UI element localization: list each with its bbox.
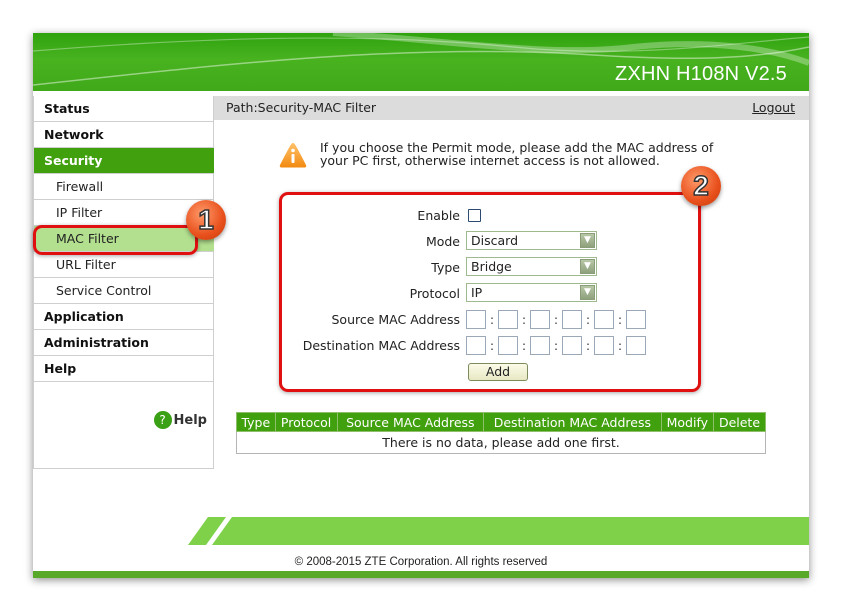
- sidebar-item-network[interactable]: Network: [34, 122, 214, 148]
- destination-mac-octet-4[interactable]: [562, 336, 582, 355]
- sidebar-item-security[interactable]: Security: [34, 148, 214, 174]
- column-header-destination-mac: Destination MAC Address: [483, 412, 662, 432]
- annotation-badge-2: 2: [681, 166, 721, 206]
- mode-label: Mode: [425, 234, 460, 249]
- mode-value: Discard: [471, 233, 518, 248]
- sidebar-item-application[interactable]: Application: [34, 304, 214, 330]
- footer-decoration-stripe: [188, 517, 809, 545]
- type-label: Type: [431, 260, 460, 275]
- destination-mac-octet-2[interactable]: [498, 336, 518, 355]
- source-mac-octet-2[interactable]: [498, 310, 518, 329]
- product-title: ZXHN H108N V2.5: [615, 63, 787, 85]
- header-banner: ZXHN H108N V2.5: [33, 33, 809, 91]
- sidebar-item-administration[interactable]: Administration: [34, 330, 214, 356]
- sidebar-item-status[interactable]: Status: [34, 96, 214, 122]
- column-header-delete: Delete: [712, 412, 767, 432]
- source-mac-input-group: : : : : :: [466, 310, 646, 329]
- table-row: There is no data, please add one first.: [236, 431, 766, 454]
- chevron-down-icon: ▼: [580, 259, 595, 274]
- source-mac-octet-5[interactable]: [594, 310, 614, 329]
- destination-mac-label: Destination MAC Address: [302, 338, 460, 353]
- annotation-badge-1: 1: [186, 200, 226, 240]
- help-label: Help: [173, 412, 207, 428]
- sidebar-item-firewall[interactable]: Firewall: [34, 174, 214, 200]
- type-select[interactable]: Bridge ▼: [466, 257, 597, 276]
- enable-checkbox[interactable]: [468, 209, 481, 222]
- column-header-type: Type: [236, 412, 276, 432]
- source-mac-octet-6[interactable]: [626, 310, 646, 329]
- column-header-modify: Modify: [660, 412, 714, 432]
- mac-filter-table: Type Protocol Source MAC Address Destina…: [236, 412, 767, 454]
- protocol-select[interactable]: IP ▼: [466, 283, 597, 302]
- source-mac-octet-4[interactable]: [562, 310, 582, 329]
- destination-mac-octet-6[interactable]: [626, 336, 646, 355]
- annotation-highlight-mac-filter: [33, 225, 198, 255]
- warning-icon: [279, 143, 307, 168]
- add-button[interactable]: Add: [468, 363, 528, 381]
- column-header-source-mac: Source MAC Address: [336, 412, 485, 432]
- destination-mac-octet-3[interactable]: [530, 336, 550, 355]
- destination-mac-input-group: : : : : :: [466, 336, 646, 355]
- logout-link[interactable]: Logout: [752, 96, 795, 120]
- column-header-protocol: Protocol: [274, 412, 338, 432]
- type-value: Bridge: [471, 259, 512, 274]
- router-admin-window: ZXHN H108N V2.5 Status Network Security …: [33, 33, 809, 578]
- source-mac-octet-1[interactable]: [466, 310, 486, 329]
- source-mac-label: Source MAC Address: [331, 312, 460, 327]
- source-mac-octet-3[interactable]: [530, 310, 550, 329]
- protocol-value: IP: [471, 285, 483, 300]
- destination-mac-octet-5[interactable]: [594, 336, 614, 355]
- sidebar-item-service-control[interactable]: Service Control: [34, 278, 214, 304]
- path-bar: Path:Security-MAC Filter Logout: [214, 96, 809, 120]
- sidebar-item-url-filter[interactable]: URL Filter: [34, 252, 214, 278]
- warning-message: If you choose the Permit mode, please ad…: [320, 140, 714, 168]
- enable-label: Enable: [417, 208, 460, 223]
- copyright-text: © 2008-2015 ZTE Corporation. All rights …: [294, 556, 548, 568]
- help-link[interactable]: ? Help: [153, 411, 207, 429]
- destination-mac-octet-1[interactable]: [466, 336, 486, 355]
- chevron-down-icon: ▼: [580, 285, 595, 300]
- sidebar-item-help[interactable]: Help: [34, 356, 214, 382]
- sidebar-nav: Status Network Security Firewall IP Filt…: [33, 96, 214, 469]
- table-header-row: Type Protocol Source MAC Address Destina…: [236, 412, 767, 432]
- breadcrumb: Path:Security-MAC Filter: [226, 100, 377, 115]
- permit-mode-warning: If you choose the Permit mode, please ad…: [278, 141, 740, 169]
- chevron-down-icon: ▼: [580, 233, 595, 248]
- mode-select[interactable]: Discard ▼: [466, 231, 597, 250]
- protocol-label: Protocol: [409, 286, 460, 301]
- help-icon: ?: [153, 411, 172, 429]
- footer-bar: [33, 571, 809, 578]
- empty-table-message: There is no data, please add one first.: [236, 431, 766, 454]
